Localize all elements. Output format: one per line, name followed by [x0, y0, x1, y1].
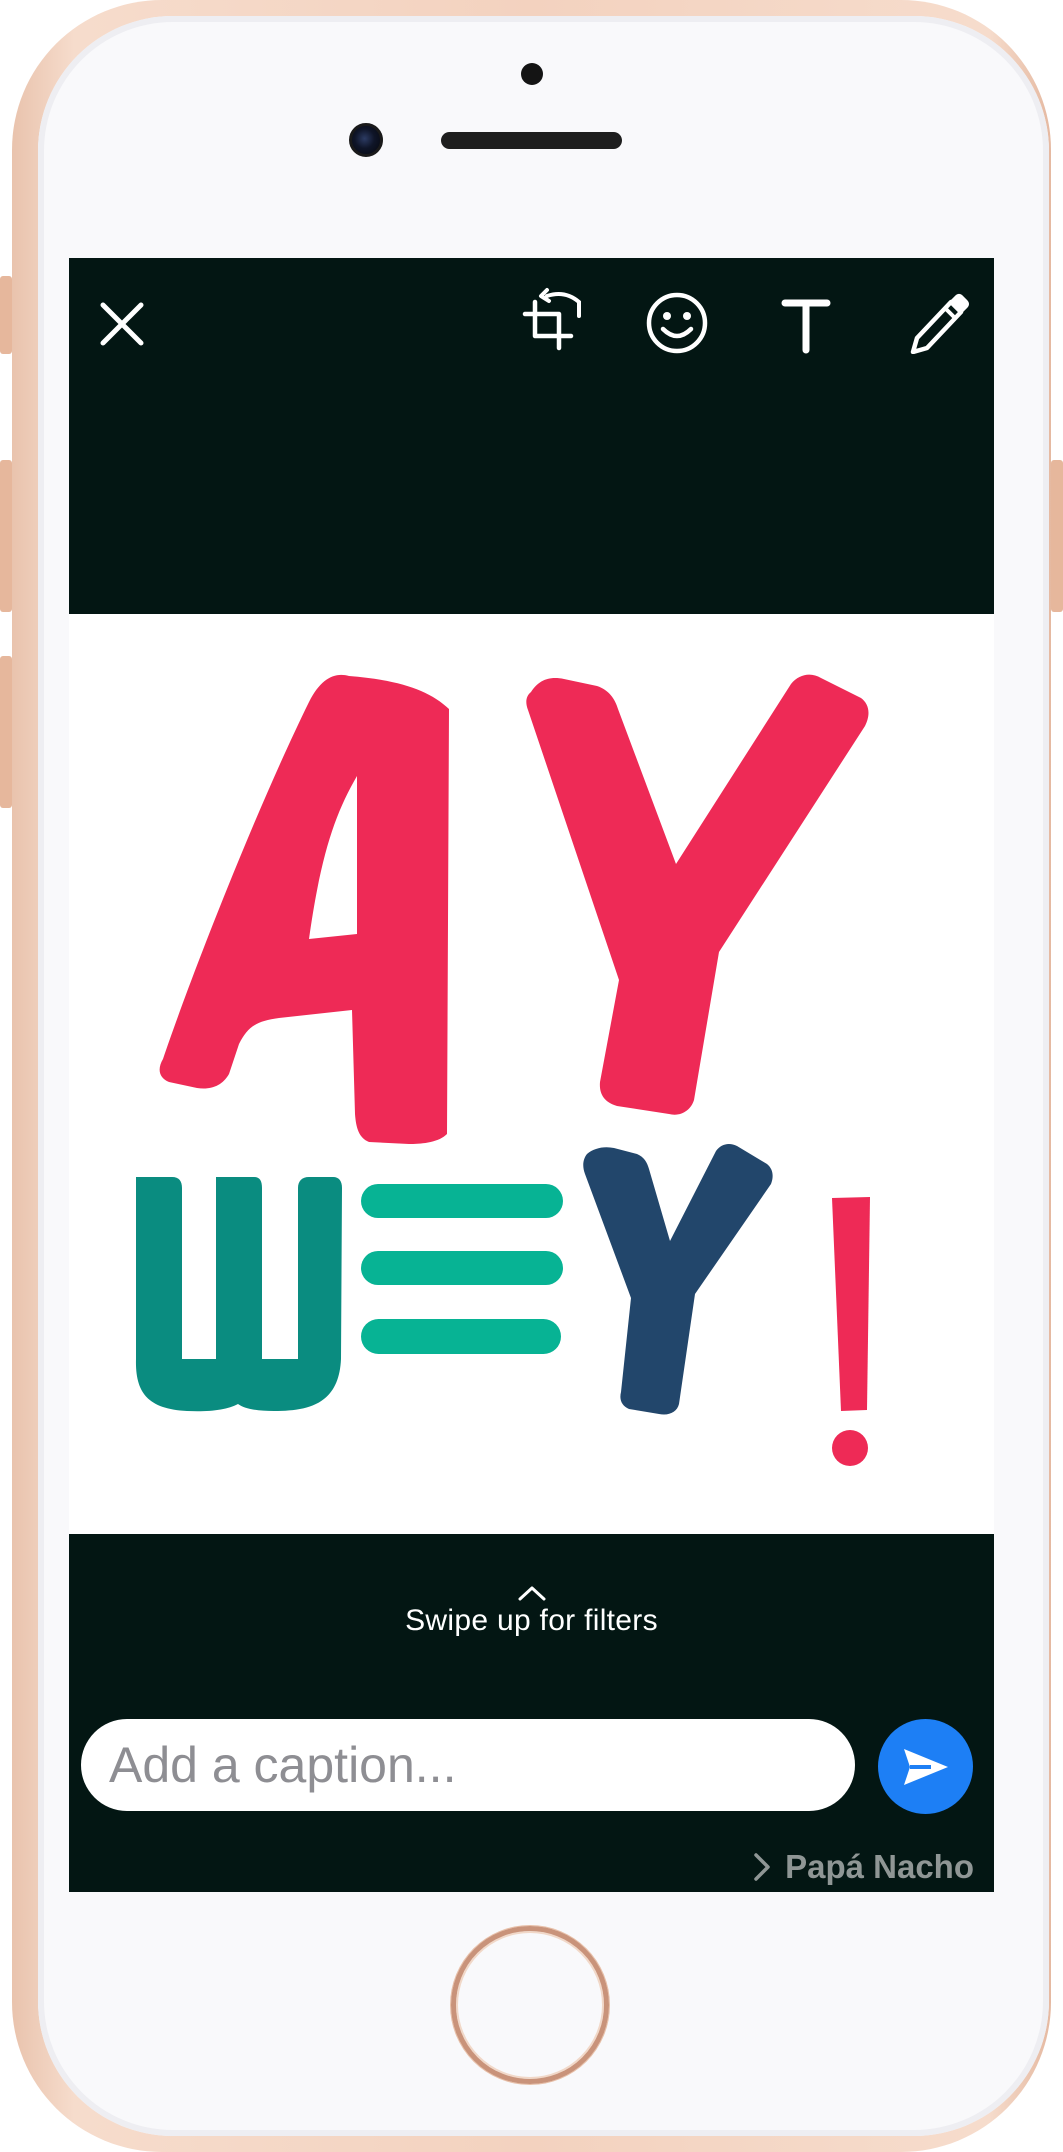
home-button[interactable]	[451, 1926, 609, 2084]
close-icon[interactable]	[97, 299, 147, 349]
emoji-icon[interactable]	[645, 291, 709, 355]
power-button	[1051, 460, 1063, 612]
caption-input[interactable]	[81, 1719, 855, 1811]
volume-down-button	[0, 656, 12, 808]
sticker-letter-e	[361, 1184, 563, 1354]
chevron-up-icon	[518, 1586, 545, 1601]
send-arrow-icon	[903, 1748, 948, 1785]
ay-wey-sticker	[135, 674, 870, 1466]
sticker-exclamation	[832, 1197, 870, 1466]
recipient-row[interactable]: Papá Nacho	[753, 1848, 974, 1886]
filters-hint-label: Swipe up for filters	[405, 1604, 658, 1637]
proximity-sensor	[521, 63, 543, 85]
volume-up-button	[0, 460, 12, 612]
media-editor-screen: Swipe up for filters Papá Nacho	[69, 258, 994, 1892]
send-button[interactable]	[878, 1719, 973, 1814]
filters-hint[interactable]: Swipe up for filters	[69, 1584, 994, 1638]
text-icon[interactable]	[781, 296, 831, 354]
pencil-icon[interactable]	[907, 290, 969, 355]
recipient-name: Papá Nacho	[785, 1848, 974, 1885]
image-preview	[69, 614, 994, 1534]
chevron-right-icon	[754, 1853, 770, 1881]
sticker-letter-y2	[583, 1143, 773, 1415]
front-camera	[349, 123, 383, 157]
sticker-letter-y	[526, 674, 869, 1115]
crop-rotate-icon[interactable]	[521, 286, 587, 356]
earpiece-speaker	[441, 132, 622, 149]
sticker-letter-a	[159, 674, 449, 1144]
sticker-letter-w	[135, 1177, 342, 1412]
mute-switch	[0, 276, 12, 354]
